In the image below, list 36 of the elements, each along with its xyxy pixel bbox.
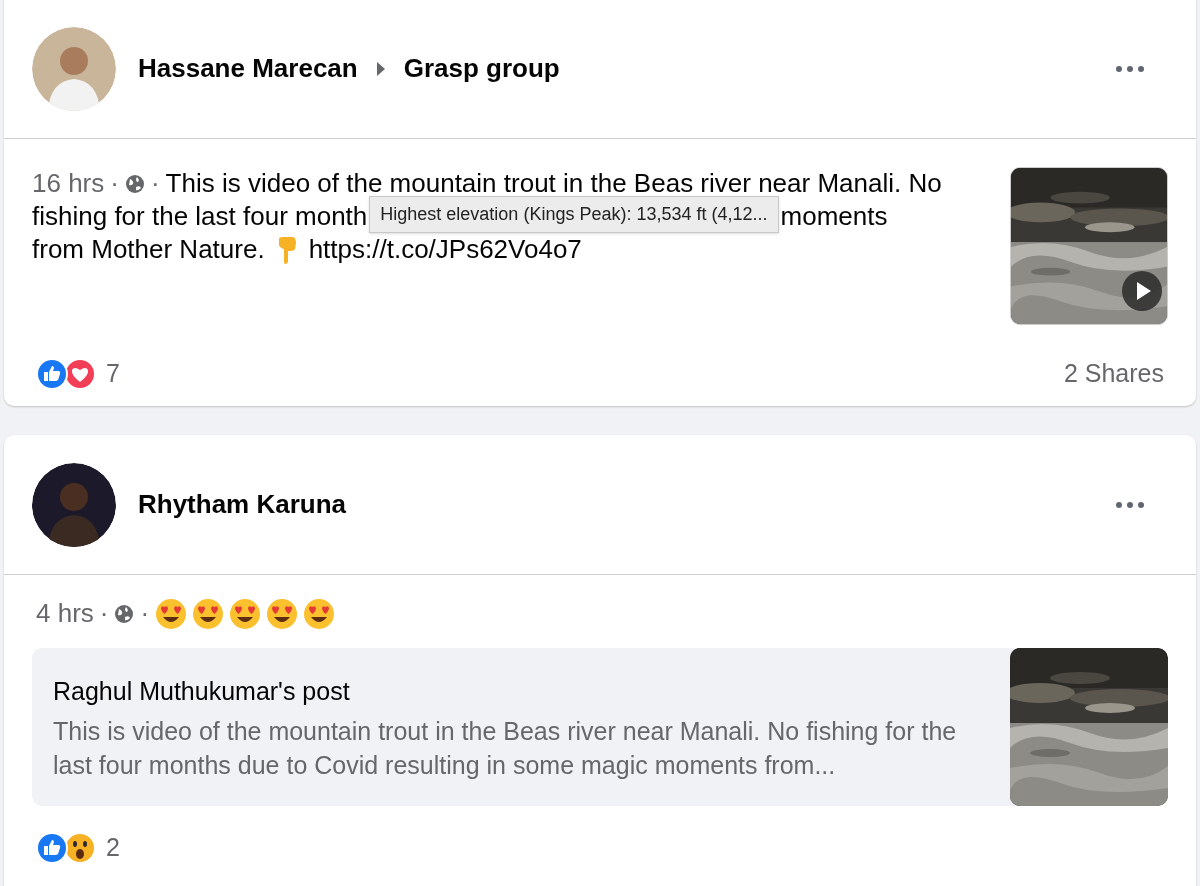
heart-eyes-emoji-icon [266,597,299,630]
avatar[interactable] [32,462,116,547]
ellipsis-icon [1115,500,1145,509]
like-reaction-icon[interactable] [36,358,68,390]
heart-eyes-emoji-icon [155,597,188,630]
reaction-count[interactable]: 2 [106,829,120,867]
group-name[interactable]: Grasp group [403,49,560,88]
shared-post-title: Raghul Muthukumar's post [53,676,351,706]
post-time[interactable]: 4 hrs [36,594,94,633]
author-name[interactable]: Hassane Marecan [138,49,358,88]
shares-count[interactable]: 2 Shares [1063,355,1164,393]
heart-eyes-emoji-icon [192,597,225,630]
separator-dot: · [99,597,109,630]
tooltip: Highest elevation (Kings Peak): 13,534 ft (4,12... [369,196,779,233]
separator-dot: · [140,597,150,630]
caret-right-icon [375,60,386,77]
author-name[interactable]: Rhytham Karuna [138,485,347,524]
post-time[interactable]: 16 hrs [32,167,105,200]
heart-eyes-emoji-icon [303,597,336,630]
reaction-count[interactable]: 7 [106,355,120,393]
post-text: https://t.co/JPs62Vo4o7 [308,233,582,266]
post-text: moments [780,200,888,233]
ellipsis-icon [1115,64,1145,73]
post-text: from Mother Nature. [32,233,265,266]
love-reaction-icon[interactable] [64,358,96,390]
like-reaction-icon[interactable] [36,832,68,864]
post-text: fishing for the last four month [32,200,368,233]
heart-eyes-emoji-icon [229,597,262,630]
play-icon[interactable] [1121,270,1163,312]
globe-icon [124,173,145,194]
globe-icon [114,603,135,624]
wow-reaction-icon[interactable] [64,832,96,864]
shared-post-card[interactable]: Raghul Muthukumar's post This is video of the mountain trout in the Beas river near Manali. No fishing for the last four months due to Covid resulting in some magic moments from... [32,648,1168,806]
separator-dot: · [110,167,119,200]
shared-post-excerpt: This is video of the mountain trout in the Beas river near Manali. No fishing for the last four months due to Covid resulting in some magic moments from... [53,716,958,781]
separator-dot: · [150,167,160,200]
